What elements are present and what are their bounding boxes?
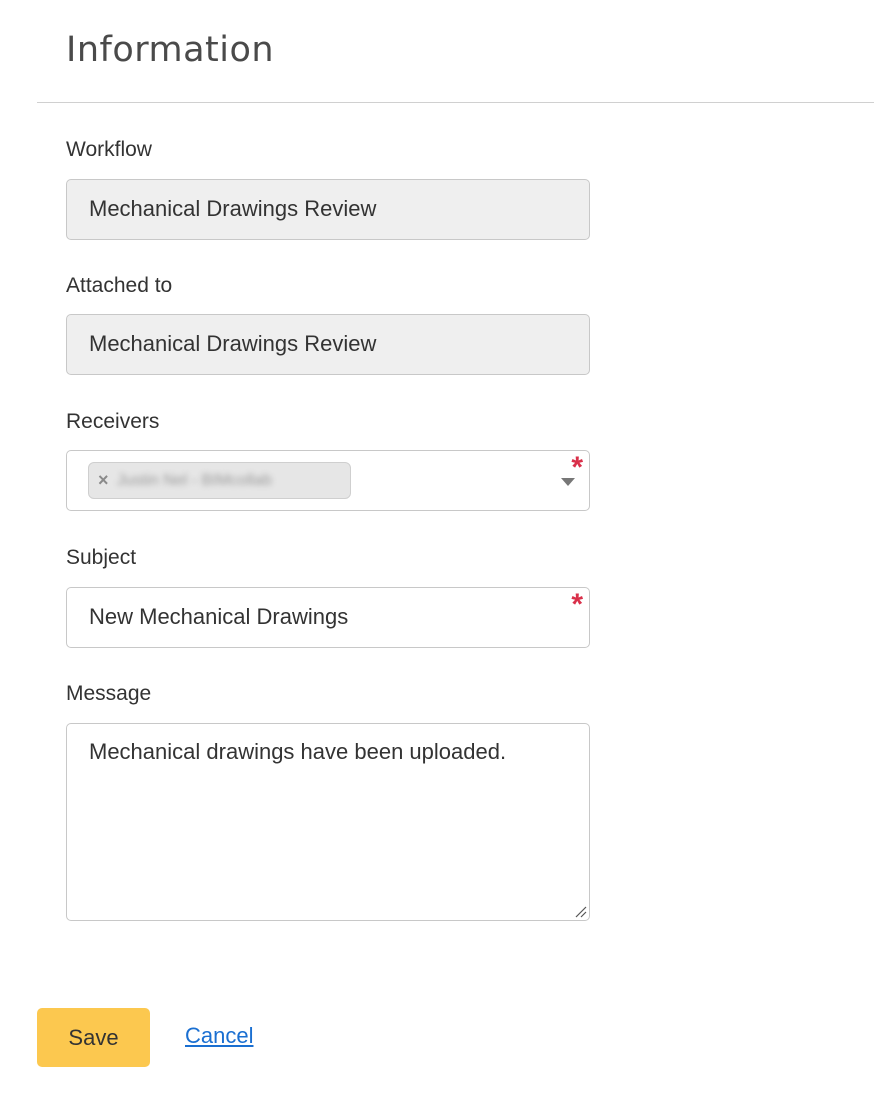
receivers-label: Receivers xyxy=(66,410,160,433)
message-textarea[interactable]: Mechanical drawings have been uploaded. xyxy=(66,723,590,921)
receivers-select[interactable]: × Justin Nel - BIMcollab * xyxy=(66,450,590,511)
attached-to-field: Mechanical Drawings Review xyxy=(66,314,590,375)
subject-label: Subject xyxy=(66,546,137,569)
receiver-chip-label: Justin Nel - BIMcollab xyxy=(117,472,272,489)
workflow-value: Mechanical Drawings Review xyxy=(89,196,377,221)
chevron-down-icon[interactable] xyxy=(561,478,575,486)
required-asterisk: * xyxy=(571,588,583,621)
message-label: Message xyxy=(66,682,152,705)
save-button[interactable]: Save xyxy=(37,1008,150,1067)
close-icon[interactable]: × xyxy=(98,470,109,490)
message-value: Mechanical drawings have been uploaded. xyxy=(89,739,507,764)
workflow-field: Mechanical Drawings Review xyxy=(66,179,590,240)
page-title: Information xyxy=(66,30,275,70)
information-form-page: Information Workflow Mechanical Drawings… xyxy=(0,0,874,1100)
subject-value: New Mechanical Drawings xyxy=(89,604,349,629)
subject-input[interactable]: New Mechanical Drawings * xyxy=(66,587,590,648)
attached-to-label: Attached to xyxy=(66,274,173,297)
cancel-link[interactable]: Cancel xyxy=(185,1023,253,1049)
workflow-label: Workflow xyxy=(66,138,152,161)
header: Information xyxy=(37,0,874,103)
attached-to-value: Mechanical Drawings Review xyxy=(89,331,377,356)
resize-handle-icon[interactable] xyxy=(573,904,587,918)
receiver-chip[interactable]: × Justin Nel - BIMcollab xyxy=(88,462,351,499)
